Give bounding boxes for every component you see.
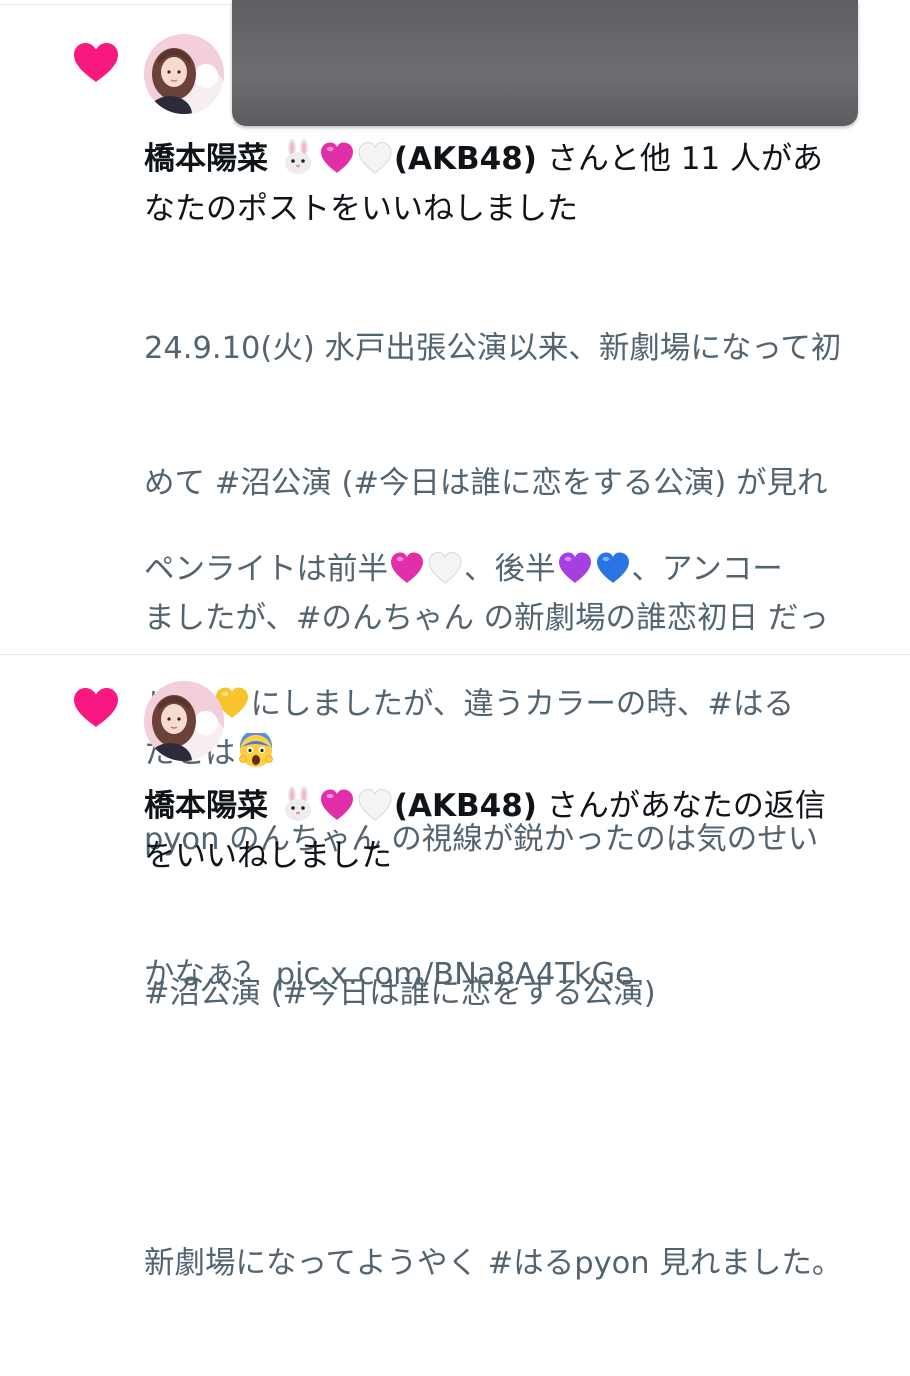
avatar[interactable] — [144, 681, 224, 761]
white-heart-emoji — [357, 140, 393, 174]
heart-icon — [72, 42, 120, 84]
notification-item[interactable]: 橋本陽菜 (AKB48) さんと他 11 人があ なたのポストをいいねしました … — [0, 0, 910, 992]
white-heart-emoji — [427, 551, 463, 585]
post-text-line: 24.9.10(火) 水戸出張公演以来、新劇場になって初 — [144, 331, 842, 366]
post-text[interactable]: #沼公演 (#今日は誰に恋をする公演) 新劇場になってようやく #はるpyon … — [144, 881, 889, 1376]
user-name[interactable]: 橋本陽菜 — [144, 141, 268, 177]
user-group[interactable]: (AKB48) — [394, 788, 537, 824]
purple-heart-emoji — [557, 551, 593, 585]
media-thumbnail[interactable] — [232, 0, 858, 126]
heart-icon — [72, 687, 120, 729]
rabbit-emoji — [279, 786, 317, 822]
avatar[interactable] — [144, 34, 224, 114]
user-group[interactable]: (AKB48) — [394, 141, 537, 177]
post-text-line: ペンライトは前半 、後半 、アンコー — [144, 547, 889, 592]
headline-text: さんがあなたの返信 — [536, 788, 826, 824]
blue-heart-emoji — [595, 551, 631, 585]
notification-headline[interactable]: 橋本陽菜 (AKB48) さんがあなたの返信 をいいねしました — [144, 781, 874, 881]
pink-heart-emoji — [389, 551, 425, 585]
post-text-segment: 、後半 — [464, 552, 556, 587]
user-name[interactable]: 橋本陽菜 — [144, 788, 268, 824]
post-text-line: 新劇場になってようやく #はるpyon 見れました。 — [144, 1246, 843, 1281]
post-text-line: #沼公演 (#今日は誰に恋をする公演) — [144, 976, 656, 1011]
rabbit-emoji — [279, 139, 317, 175]
post-text-segment: ペンライトは前半 — [144, 552, 388, 587]
notification-headline[interactable]: 橋本陽菜 (AKB48) さんと他 11 人があ なたのポストをいいねしました — [144, 134, 874, 234]
pink-heart-emoji — [319, 140, 355, 174]
white-heart-emoji — [357, 787, 393, 821]
pink-heart-emoji — [319, 787, 355, 821]
headline-text-line2: なたのポストをいいねしました — [144, 191, 578, 227]
post-text-segment: 、アンコー — [631, 552, 783, 587]
headline-text: さんと他 11 人があ — [536, 141, 823, 177]
headline-text-line2: をいいねしました — [144, 838, 392, 874]
post-text-line-blank — [144, 1106, 889, 1151]
notification-item[interactable]: 橋本陽菜 (AKB48) さんがあなたの返信 をいいねしました #沼公演 (#今… — [0, 655, 910, 1281]
